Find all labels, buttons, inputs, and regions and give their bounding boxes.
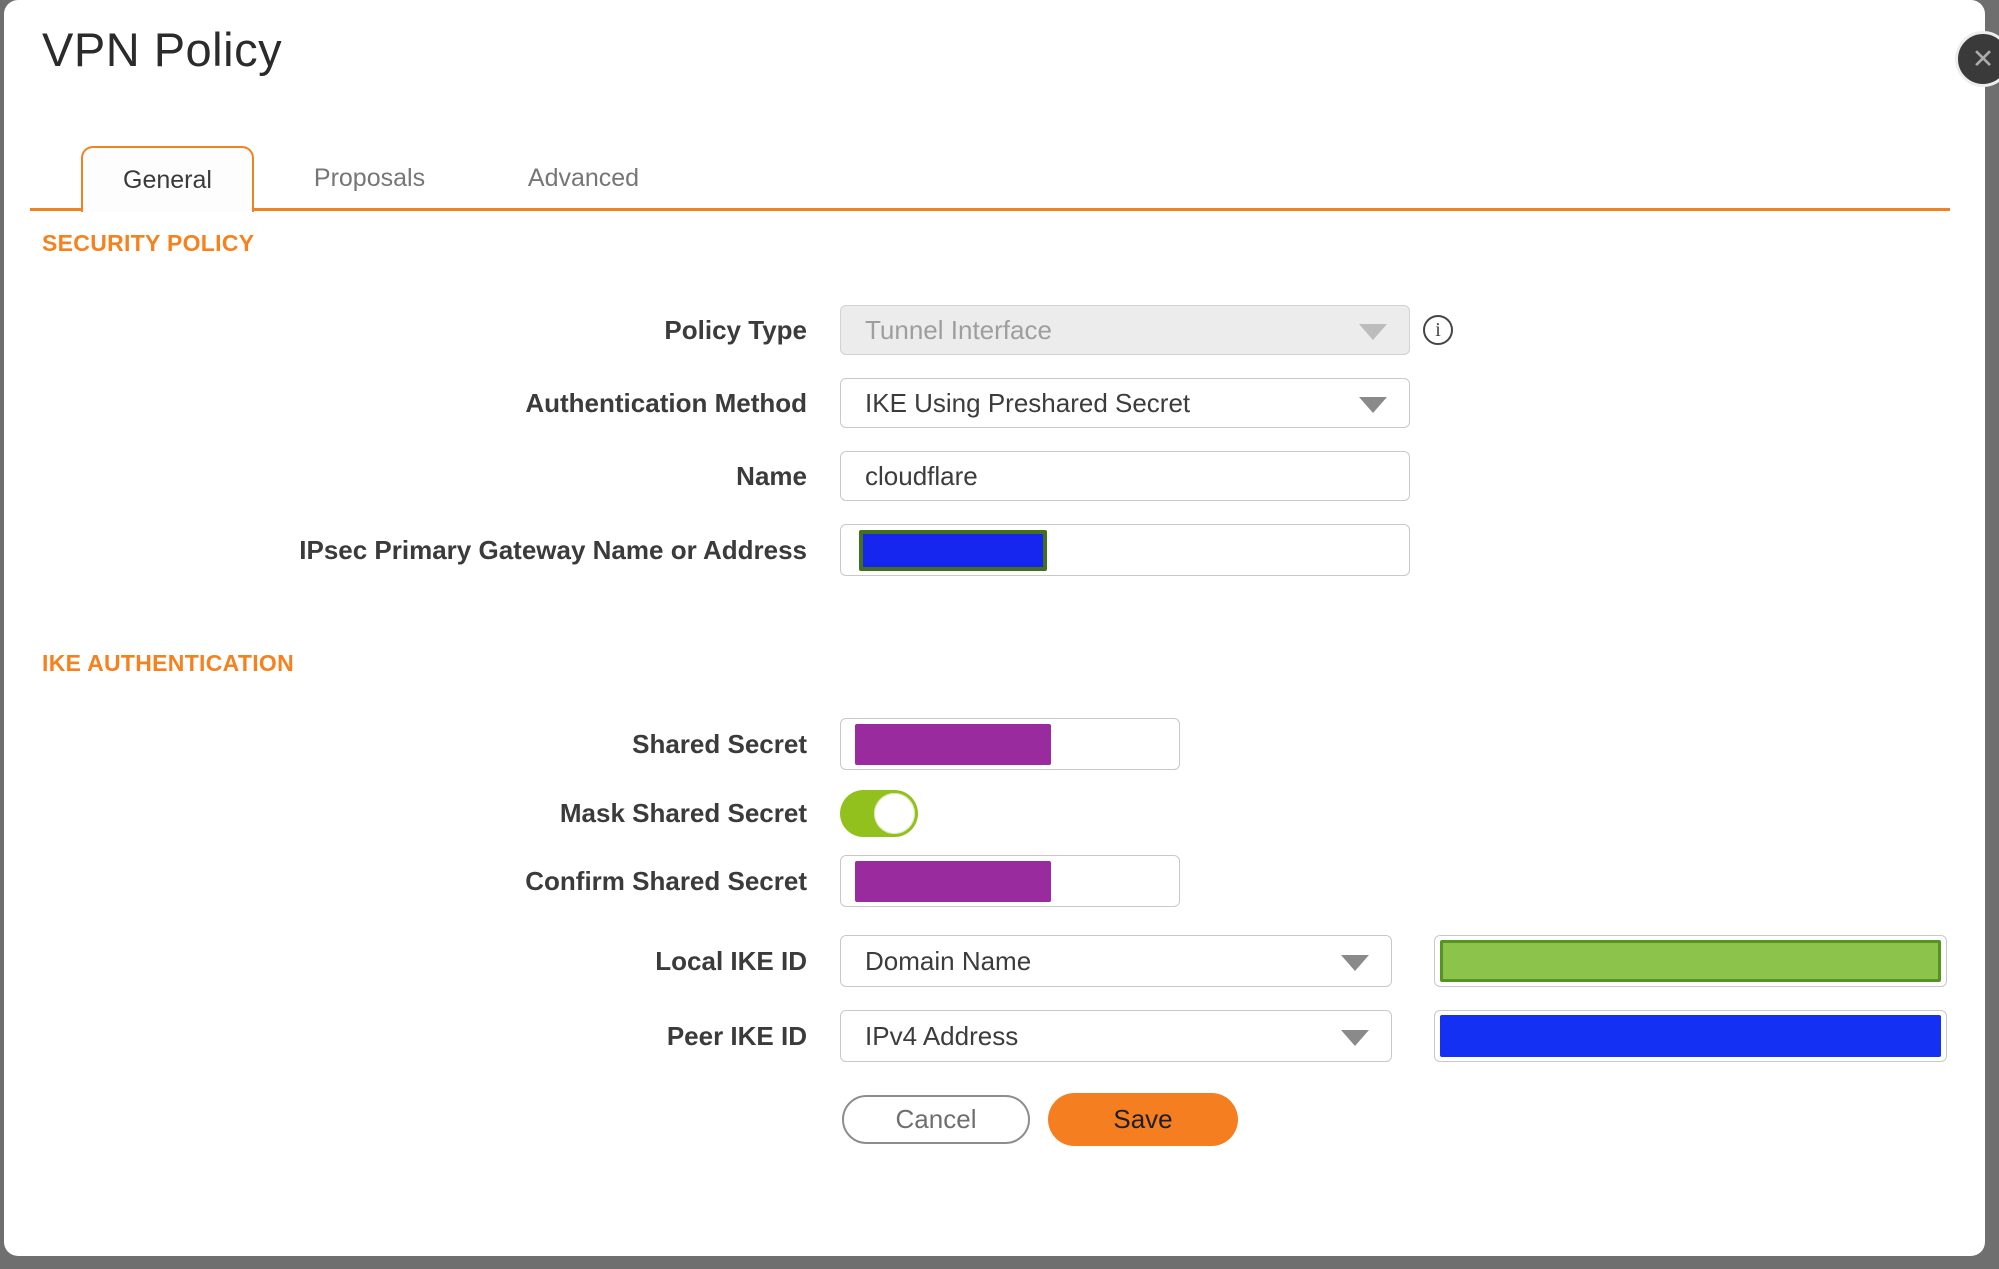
policy-type-label: Policy Type [664, 315, 807, 345]
peer-ike-id-type-select[interactable]: IPv4 Address [840, 1010, 1392, 1062]
ipsec-gateway-label: IPsec Primary Gateway Name or Address [299, 535, 807, 565]
confirm-shared-secret-label: Confirm Shared Secret [525, 866, 807, 896]
name-label: Name [736, 461, 807, 491]
local-ike-id-label: Local IKE ID [655, 946, 807, 976]
local-ike-id-value-input[interactable] [1434, 935, 1947, 987]
mask-shared-secret-label: Mask Shared Secret [559, 798, 807, 828]
peer-ike-id-label: Peer IKE ID [666, 1021, 807, 1051]
mask-shared-secret-toggle[interactable] [840, 790, 918, 837]
tab-advanced[interactable]: Advanced [497, 146, 670, 211]
policy-type-value: Tunnel Interface [865, 314, 1052, 345]
chevron-down-icon [1359, 397, 1387, 413]
save-button[interactable]: Save [1048, 1093, 1238, 1146]
redacted-local-ike-id-value [1440, 940, 1941, 982]
shared-secret-label: Shared Secret [632, 729, 807, 759]
authentication-method-label: Authentication Method [525, 388, 807, 418]
section-ike-authentication: IKE AUTHENTICATION [42, 650, 294, 676]
shared-secret-input[interactable] [840, 718, 1180, 770]
redacted-peer-ike-id-value [1440, 1015, 1941, 1057]
authentication-method-value: IKE Using Preshared Secret [865, 387, 1191, 418]
local-ike-id-type-select[interactable]: Domain Name [840, 935, 1392, 987]
peer-ike-id-value-input[interactable] [1434, 1010, 1947, 1062]
redacted-gateway-value [859, 529, 1047, 571]
peer-ike-id-type-value: IPv4 Address [865, 1020, 1019, 1051]
confirm-shared-secret-input[interactable] [840, 855, 1180, 907]
local-ike-id-type-value: Domain Name [865, 945, 1032, 976]
ipsec-gateway-input[interactable] [840, 524, 1410, 576]
name-value: cloudflare [865, 460, 978, 491]
authentication-method-select[interactable]: IKE Using Preshared Secret [840, 378, 1410, 428]
toggle-knob [874, 793, 915, 834]
redacted-shared-secret-value [855, 723, 1051, 765]
tab-general[interactable]: General [81, 146, 254, 212]
chevron-down-icon [1359, 324, 1387, 340]
name-input[interactable]: cloudflare [840, 451, 1410, 501]
chevron-down-icon [1341, 1030, 1369, 1046]
redacted-confirm-secret-value [855, 860, 1051, 902]
tab-bar: General Proposals Advanced [0, 0, 1999, 212]
info-icon[interactable]: i [1423, 315, 1453, 345]
policy-type-select: Tunnel Interface [840, 305, 1410, 355]
chevron-down-icon [1341, 955, 1369, 971]
cancel-button[interactable]: Cancel [842, 1095, 1030, 1144]
section-security-policy: SECURITY POLICY [42, 230, 255, 256]
tab-proposals[interactable]: Proposals [283, 146, 456, 211]
